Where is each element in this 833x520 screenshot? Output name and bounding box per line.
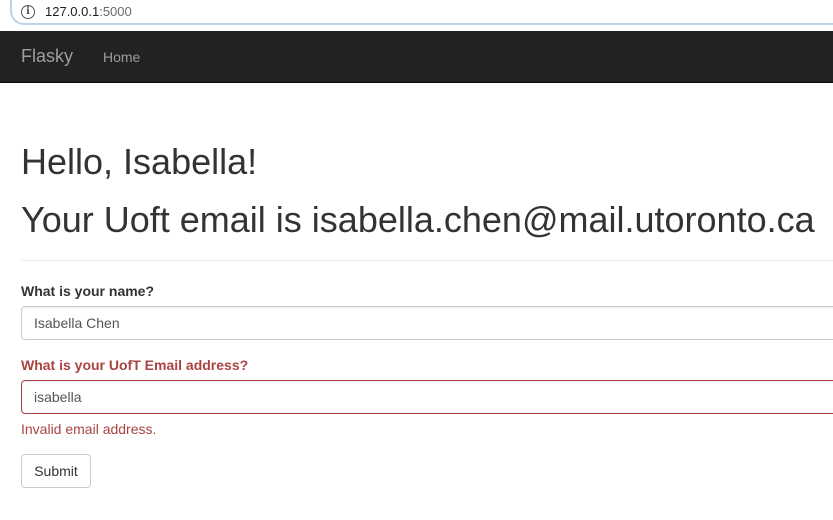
- navbar-brand[interactable]: Flasky: [21, 46, 73, 67]
- url-port: :5000: [99, 4, 132, 19]
- name-label: What is your name?: [21, 283, 155, 299]
- nav-link-home[interactable]: Home: [103, 49, 140, 65]
- url-host: 127.0.0.1: [45, 4, 100, 19]
- url-bar[interactable]: [10, 0, 833, 25]
- submit-button[interactable]: Submit: [21, 454, 91, 488]
- page-title-email: Your Uoft email is isabella.chen@mail.ut…: [21, 199, 815, 240]
- email-error-message: Invalid email address.: [21, 421, 157, 437]
- navbar: Flasky Home: [0, 31, 833, 83]
- page-header-divider: [21, 260, 833, 261]
- url-text[interactable]: 127.0.0.1:5000: [45, 4, 132, 19]
- email-label: What is your UofT Email address?: [21, 357, 249, 373]
- page-title-greeting: Hello, Isabella!: [21, 141, 258, 182]
- info-icon[interactable]: i: [21, 5, 35, 19]
- name-input[interactable]: [21, 306, 833, 340]
- email-input[interactable]: [21, 380, 833, 414]
- browser-address-bar: i 127.0.0.1:5000: [0, 0, 833, 31]
